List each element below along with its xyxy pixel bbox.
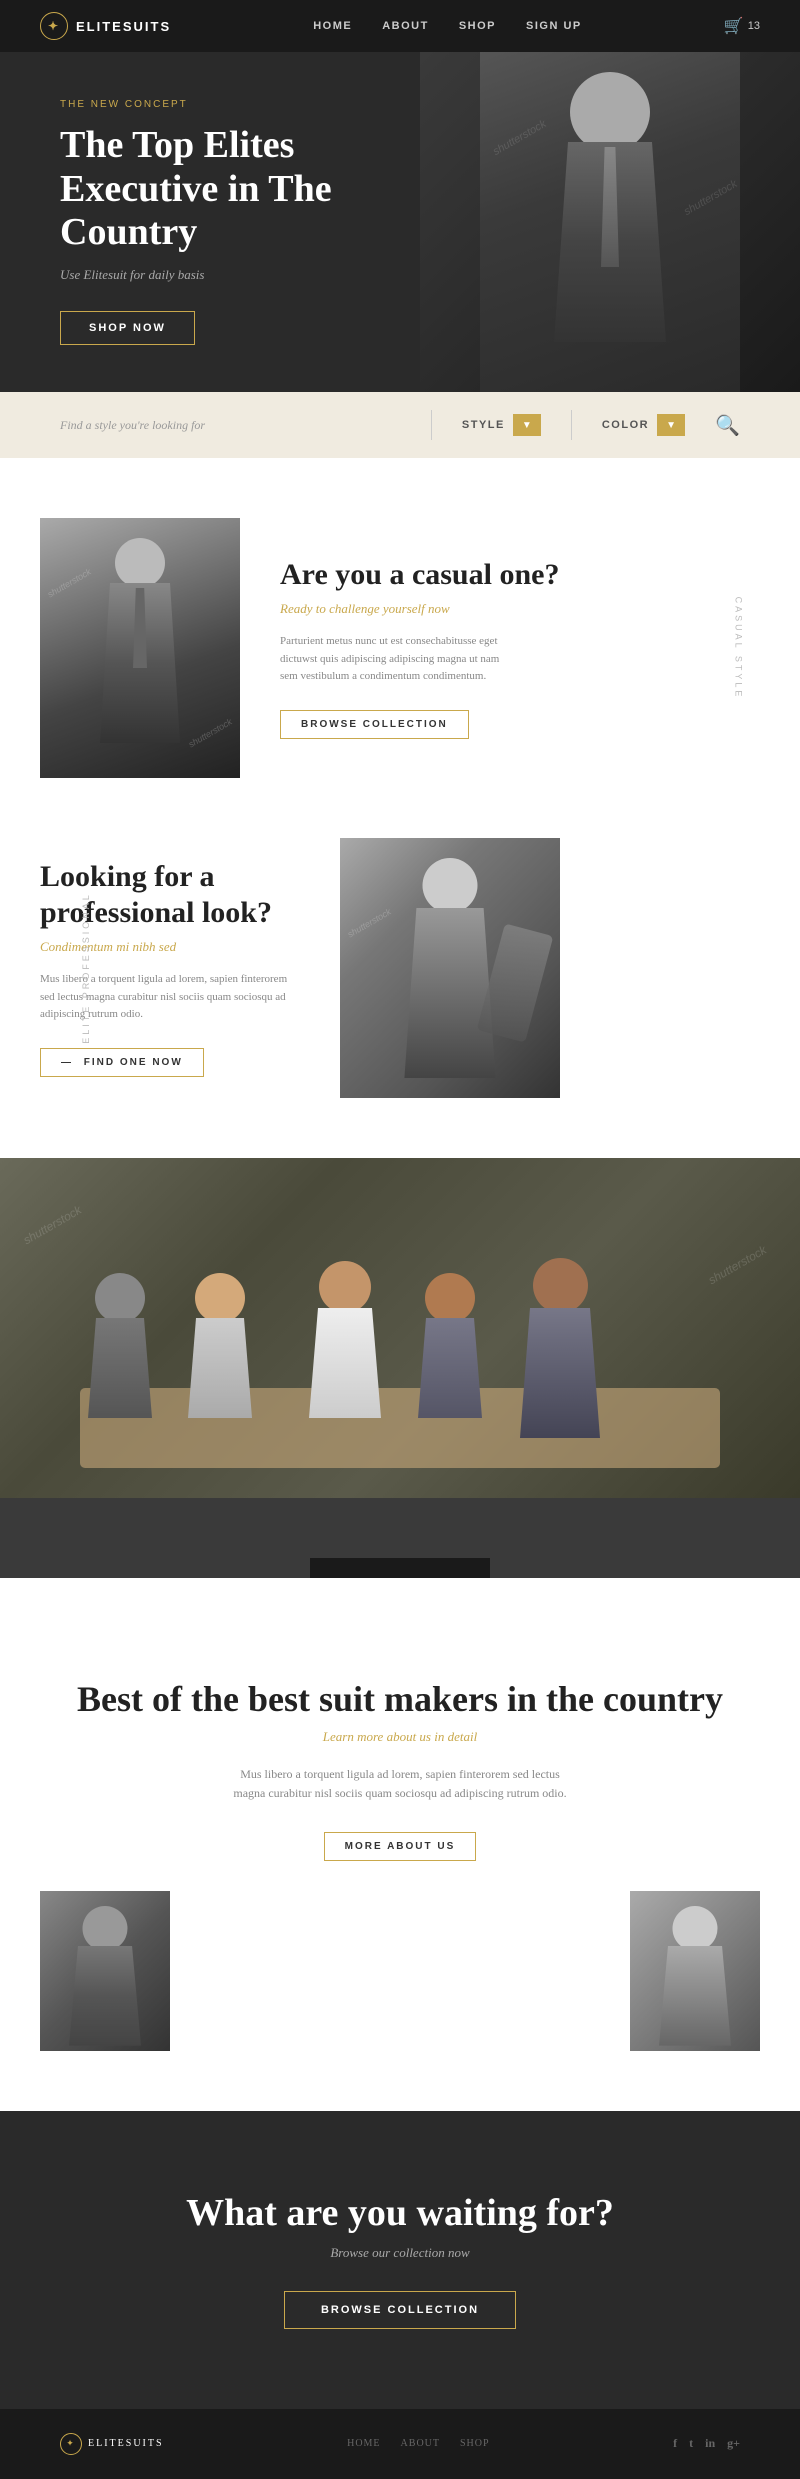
hero-section: shutterstock shutterstock THE NEW CONCEP… xyxy=(0,52,800,392)
about-images xyxy=(40,1891,760,2051)
footer: ✦ ELITESUITS HOME ABOUT SHOP f t in g+ xyxy=(0,2409,800,2479)
casual-title: Are you a casual one? xyxy=(280,557,760,593)
search-submit-button[interactable]: 🔍 xyxy=(715,413,740,438)
casual-cta-button[interactable]: BROWSE COLLECTION xyxy=(280,710,469,739)
brand-name: ELITESUITS xyxy=(76,19,171,34)
hero-cta-button[interactable]: SHOP NOW xyxy=(60,311,195,345)
spacer-1 xyxy=(0,458,800,518)
about-image-left xyxy=(40,1891,170,2051)
casual-image: shutterstock shutterstock xyxy=(40,518,240,778)
casual-content: Are you a casual one? Ready to challenge… xyxy=(280,557,760,739)
hero-title: The Top Elites Executive in The Country xyxy=(60,124,340,255)
hero-tagline: Use Elitesuit for daily basis xyxy=(60,267,340,283)
about-title: Best of the best suit makers in the coun… xyxy=(40,1678,760,1721)
style-filter-label: STYLE xyxy=(462,419,505,431)
casual-section: shutterstock shutterstock Are you a casu… xyxy=(0,518,800,778)
facebook-icon[interactable]: f xyxy=(673,2436,677,2451)
style-filter-chevron: ▼ xyxy=(522,420,532,431)
nav-links: HOME ABOUT SHOP SIGN UP xyxy=(313,20,582,32)
team-logo-card: ✦ ELITESUITS xyxy=(310,1558,490,1578)
professional-subtitle: Condimentum mi nibh sed xyxy=(40,939,300,955)
style-filter: STYLE ▼ xyxy=(462,414,541,436)
team-section: shutterstock shutterstock ✦ ELITESUITS xyxy=(0,1158,800,1578)
style-filter-dropdown[interactable]: ▼ xyxy=(513,414,541,436)
footer-link-about[interactable]: ABOUT xyxy=(401,2438,440,2449)
professional-side-label: ELITE PROFESSIONAL xyxy=(81,892,91,1044)
team-photo: shutterstock shutterstock xyxy=(0,1158,800,1498)
footer-logo-text: ELITESUITS xyxy=(88,2438,164,2449)
search-divider-2 xyxy=(571,410,572,440)
hero-model-image: shutterstock shutterstock xyxy=(480,52,740,392)
search-bar: Find a style you're looking for STYLE ▼ … xyxy=(0,392,800,458)
search-icon: 🔍 xyxy=(715,415,740,437)
about-description: Mus libero a torquent ligula ad lorem, s… xyxy=(230,1765,570,1803)
footer-cta-button[interactable]: BROWSE COLLECTION xyxy=(284,2291,516,2329)
casual-side-label: CASUAL STYLE xyxy=(734,597,744,700)
footer-logo-icon: ✦ xyxy=(60,2433,82,2455)
footer-cta-title: What are you waiting for? xyxy=(40,2191,760,2235)
nav-signup[interactable]: SIGN UP xyxy=(526,20,582,32)
twitter-icon[interactable]: t xyxy=(689,2436,693,2451)
professional-content: Looking for a professional look? Condime… xyxy=(40,859,300,1077)
professional-title: Looking for a professional look? xyxy=(40,859,300,931)
color-filter-dropdown[interactable]: ▼ xyxy=(657,414,685,436)
cart-icon[interactable]: 🛒 13 xyxy=(724,16,760,36)
professional-section: ELITE PROFESSIONAL Looking for a profess… xyxy=(0,838,800,1098)
brand-logo[interactable]: ✦ ELITESUITS xyxy=(40,12,171,40)
search-placeholder: Find a style you're looking for xyxy=(60,418,401,433)
casual-description: Parturient metus nunc ut est consechabit… xyxy=(280,633,500,686)
search-divider xyxy=(431,410,432,440)
footer-social-links: f t in g+ xyxy=(673,2436,740,2451)
googleplus-icon[interactable]: g+ xyxy=(727,2436,740,2451)
about-cta-button[interactable]: MORE ABOUT US xyxy=(324,1832,477,1861)
professional-cta-button[interactable]: — FIND ONE NOW xyxy=(40,1048,204,1077)
color-filter: COLOR ▼ xyxy=(602,414,685,436)
nav-shop[interactable]: SHOP xyxy=(459,20,496,32)
about-section: Best of the best suit makers in the coun… xyxy=(0,1578,800,2111)
footer-logo: ✦ ELITESUITS xyxy=(60,2433,164,2455)
color-filter-label: COLOR xyxy=(602,419,649,431)
linkedin-icon[interactable]: in xyxy=(705,2436,715,2451)
nav-about[interactable]: ABOUT xyxy=(382,20,429,32)
footer-link-home[interactable]: HOME xyxy=(347,2438,380,2449)
footer-nav-links: HOME ABOUT SHOP xyxy=(347,2438,489,2449)
casual-subtitle: Ready to challenge yourself now xyxy=(280,601,760,617)
nav-home[interactable]: HOME xyxy=(313,20,352,32)
professional-image: shutterstock xyxy=(340,838,560,1098)
professional-description: Mus libero a torquent ligula ad lorem, s… xyxy=(40,971,300,1024)
about-image-right xyxy=(630,1891,760,2051)
about-subtitle: Learn more about us in detail xyxy=(40,1729,760,1745)
navbar: ✦ ELITESUITS HOME ABOUT SHOP SIGN UP 🛒 1… xyxy=(0,0,800,52)
hero-subtitle: THE NEW CONCEPT xyxy=(60,99,340,110)
cart-count: 13 xyxy=(748,20,760,32)
footer-cta-subtitle: Browse our collection now xyxy=(40,2245,760,2261)
footer-link-shop[interactable]: SHOP xyxy=(460,2438,490,2449)
color-filter-chevron: ▼ xyxy=(666,420,676,431)
hero-content: THE NEW CONCEPT The Top Elites Executive… xyxy=(0,99,340,345)
logo-icon: ✦ xyxy=(40,12,68,40)
footer-cta-section: What are you waiting for? Browse our col… xyxy=(0,2111,800,2409)
